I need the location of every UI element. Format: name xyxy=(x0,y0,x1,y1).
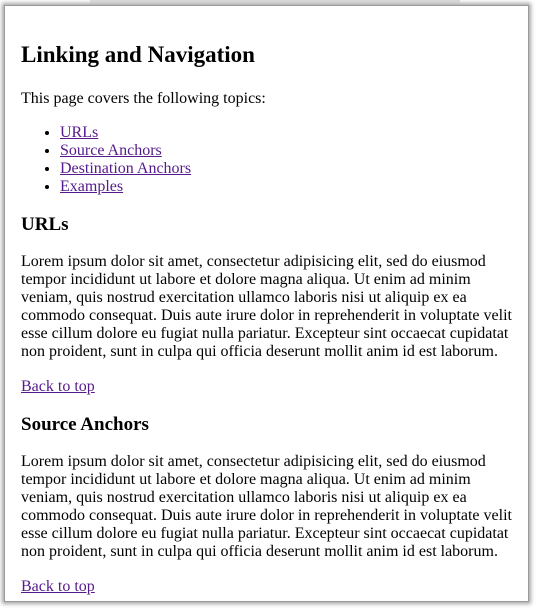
list-item: Source Anchors xyxy=(60,142,515,160)
section-body-source-anchors: Lorem ipsum dolor sit amet, consectetur … xyxy=(21,453,512,560)
section-heading-source-anchors: Source Anchors xyxy=(21,414,149,435)
intro-text: This page covers the following topics: xyxy=(21,90,266,107)
section-heading-urls: URLs xyxy=(21,214,69,235)
toc-link-urls[interactable]: URLs xyxy=(60,124,98,141)
list-item: URLs xyxy=(60,124,515,142)
page-content: Linking and Navigation This page covers … xyxy=(21,6,515,596)
back-to-top-container: Back to top xyxy=(21,378,515,396)
toc-link-source-anchors[interactable]: Source Anchors xyxy=(60,142,162,159)
section-body-urls: Lorem ipsum dolor sit amet, consectetur … xyxy=(21,253,512,360)
toc-link-destination-anchors[interactable]: Destination Anchors xyxy=(60,160,191,177)
topic-list: URLs Source Anchors Destination Anchors … xyxy=(21,124,515,196)
toc-link-examples[interactable]: Examples xyxy=(60,178,123,195)
list-item: Examples xyxy=(60,178,515,196)
back-to-top-link[interactable]: Back to top xyxy=(21,578,95,595)
window-top-shadow xyxy=(90,0,460,4)
list-item: Destination Anchors xyxy=(60,160,515,178)
back-to-top-container: Back to top xyxy=(21,578,515,596)
back-to-top-link[interactable]: Back to top xyxy=(21,378,95,395)
page-title: Linking and Navigation xyxy=(21,42,255,67)
browser-viewport[interactable]: Linking and Navigation This page covers … xyxy=(4,5,529,602)
